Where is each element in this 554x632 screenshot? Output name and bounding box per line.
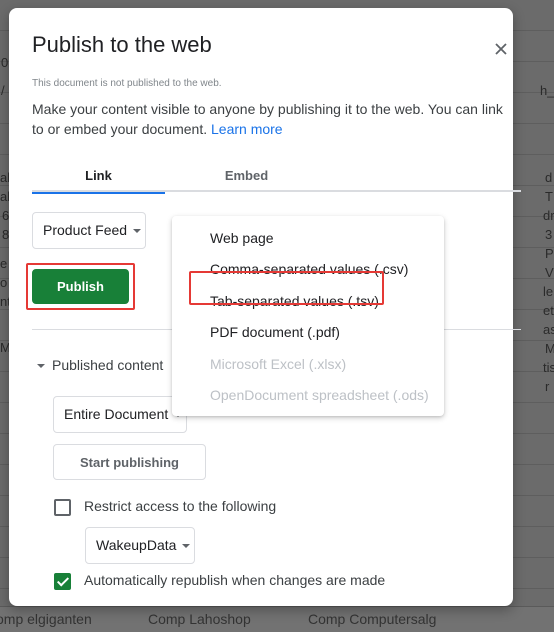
sheet-select-dropdown[interactable]: Product Feed bbox=[32, 212, 146, 249]
background-cell-text: r bbox=[545, 379, 550, 394]
restrict-access-row: Restrict access to the following bbox=[54, 498, 276, 516]
learn-more-link[interactable]: Learn more bbox=[211, 121, 283, 137]
tab-embed[interactable]: Embed bbox=[180, 168, 313, 192]
format-dropdown-menu: Web page Comma-separated values (.csv) T… bbox=[172, 216, 444, 416]
menu-item-pdf[interactable]: PDF document (.pdf) bbox=[172, 317, 444, 348]
close-icon[interactable] bbox=[493, 41, 509, 57]
background-cell-text: le bbox=[543, 284, 554, 299]
publish-status-note: This document is not published to the we… bbox=[32, 78, 222, 89]
domain-select-dropdown[interactable]: WakeupData bbox=[85, 527, 195, 564]
chevron-down-icon bbox=[133, 229, 142, 234]
chevron-down-icon bbox=[182, 544, 191, 549]
background-cell-text: 0 bbox=[1, 55, 9, 70]
dialog-title: Publish to the web bbox=[32, 32, 212, 57]
background-cell-text: as bbox=[543, 322, 554, 337]
auto-republish-checkbox[interactable] bbox=[54, 572, 71, 590]
menu-item-web-page[interactable]: Web page bbox=[172, 223, 444, 254]
expand-caret-icon bbox=[37, 364, 45, 369]
menu-item-xlsx: Microsoft Excel (.xlsx) bbox=[210, 355, 347, 372]
published-content-label: Published content bbox=[52, 357, 164, 373]
background-cell-text: M bbox=[545, 341, 554, 356]
background-cell-text: 3 bbox=[545, 227, 553, 242]
auto-republish-row: Automatically republish when changes are… bbox=[54, 572, 385, 590]
background-cell-text: / bbox=[1, 83, 5, 98]
sheet-tab[interactable]: omp elgiganten bbox=[0, 611, 92, 627]
background-cell-text: V bbox=[545, 265, 554, 280]
background-cell-text: tis bbox=[543, 360, 554, 375]
menu-item-csv[interactable]: Comma-separated values (.csv) bbox=[172, 254, 444, 285]
document-select-dropdown[interactable]: Entire Document bbox=[53, 396, 187, 433]
restrict-access-checkbox[interactable] bbox=[54, 498, 71, 516]
document-select-value: Entire Document bbox=[64, 406, 169, 422]
restrict-access-label: Restrict access to the following bbox=[84, 498, 277, 514]
sheet-tab[interactable]: Comp Lahoshop bbox=[148, 611, 251, 627]
background-cell-text: P bbox=[545, 246, 554, 261]
publish-dialog: Publish to the web This document is not … bbox=[9, 8, 521, 606]
background-cell-text: o bbox=[0, 275, 8, 290]
publish-tabs: Link Embed bbox=[32, 168, 521, 194]
background-cell-text: et bbox=[543, 303, 554, 318]
background-cell-text: d bbox=[545, 170, 553, 185]
publish-button[interactable]: Publish bbox=[32, 269, 129, 304]
menu-item-tsv[interactable]: Tab-separated values (.tsv) bbox=[172, 286, 444, 317]
published-content-toggle[interactable]: Published content bbox=[37, 357, 163, 373]
background-cell-text: e bbox=[0, 256, 8, 271]
auto-republish-label: Automatically republish when changes are… bbox=[84, 572, 386, 588]
background-cell-text: h_ bbox=[540, 83, 554, 98]
sheet-select-value: Product Feed bbox=[43, 222, 128, 238]
domain-select-value: WakeupData bbox=[96, 537, 177, 553]
background-cell-text: dr bbox=[543, 208, 554, 223]
dialog-description: Make your content visible to anyone by p… bbox=[32, 99, 512, 139]
sheet-tab-bar: omp elgiganten Comp Lahoshop Comp Comput… bbox=[0, 606, 554, 632]
background-cell-text: T bbox=[545, 189, 553, 204]
sheet-tab[interactable]: Comp Computersalg bbox=[308, 611, 436, 627]
tab-link[interactable]: Link bbox=[32, 168, 165, 194]
menu-item-ods: OpenDocument spreadsheet (.ods) bbox=[210, 386, 429, 403]
start-publishing-button[interactable]: Start publishing bbox=[53, 444, 206, 480]
